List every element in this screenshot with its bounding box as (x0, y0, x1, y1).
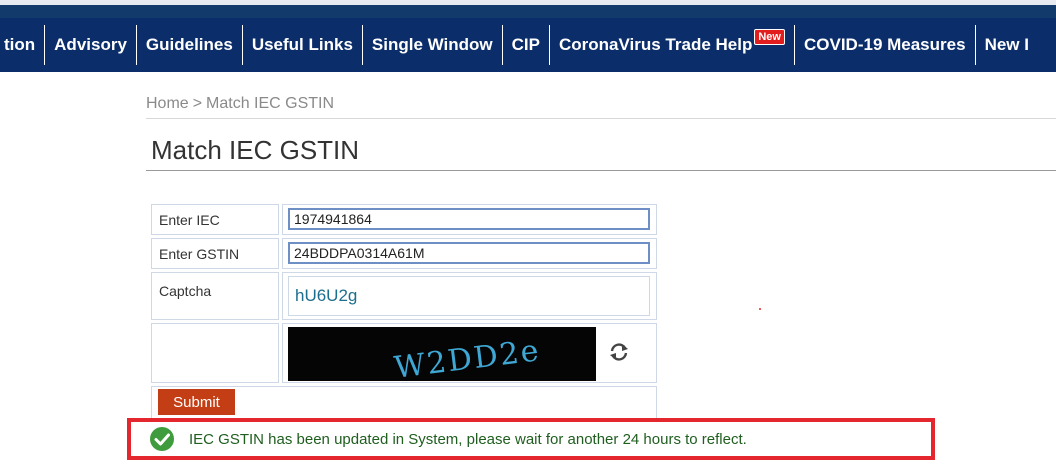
nav-item-advisory[interactable]: Advisory (45, 25, 137, 65)
alert-message: IEC GSTIN has been updated in System, pl… (189, 430, 747, 448)
nav-item-cip[interactable]: CIP (503, 25, 550, 65)
nav-item-useful-links[interactable]: Useful Links (243, 25, 363, 65)
nav-item-covid-measures[interactable]: COVID-19 Measures (795, 25, 976, 65)
gstin-input[interactable] (288, 242, 650, 264)
breadcrumb-separator: > (192, 95, 203, 112)
captcha-cell (282, 272, 657, 320)
iec-input[interactable] (288, 208, 650, 230)
submit-button[interactable]: Submit (158, 389, 235, 415)
title-divider (146, 170, 1056, 171)
captcha-image-label-cell (151, 323, 279, 383)
iec-cell (282, 204, 657, 235)
nav-item-partial-right[interactable]: New I (976, 25, 1038, 65)
captcha-label: Captcha (151, 272, 279, 320)
nav-item-guidelines[interactable]: Guidelines (137, 25, 243, 65)
captcha-label-text: Captcha (159, 283, 212, 299)
breadcrumb: Home > Match IEC GSTIN (146, 95, 338, 113)
page-title: Match IEC GSTIN (151, 135, 360, 165)
gstin-label: Enter GSTIN (151, 238, 279, 269)
captcha-input[interactable] (288, 276, 650, 316)
nav-item-partial-left[interactable]: tion (0, 25, 46, 65)
iec-label: Enter IEC (151, 204, 279, 235)
success-alert: IEC GSTIN has been updated in System, pl… (127, 418, 935, 460)
stray-dot (759, 308, 761, 310)
new-badge: New (754, 29, 785, 45)
nav-item-coronavirus-label: CoronaVirus Trade Help (559, 35, 753, 54)
refresh-icon[interactable] (608, 341, 630, 363)
top-strip-fade (0, 0, 1056, 5)
breadcrumb-current: Match IEC GSTIN (206, 95, 335, 112)
captcha-image: W2DD2e (288, 327, 596, 381)
top-strip (0, 0, 1056, 18)
breadcrumb-home-link[interactable]: Home (146, 95, 189, 112)
nav-item-single-window[interactable]: Single Window (363, 25, 503, 65)
match-form: Enter IEC Enter GSTIN Captcha W2DD2e Sub… (151, 204, 657, 418)
captcha-image-text: W2DD2e (392, 333, 543, 381)
main-nav-bar: tion Advisory Guidelines Useful Links Si… (0, 18, 1056, 72)
gstin-cell (282, 238, 657, 269)
check-circle-icon (150, 427, 174, 451)
nav-item-coronavirus-trade-help[interactable]: CoronaVirus Trade Help New (550, 25, 795, 65)
breadcrumb-divider (146, 118, 1056, 119)
